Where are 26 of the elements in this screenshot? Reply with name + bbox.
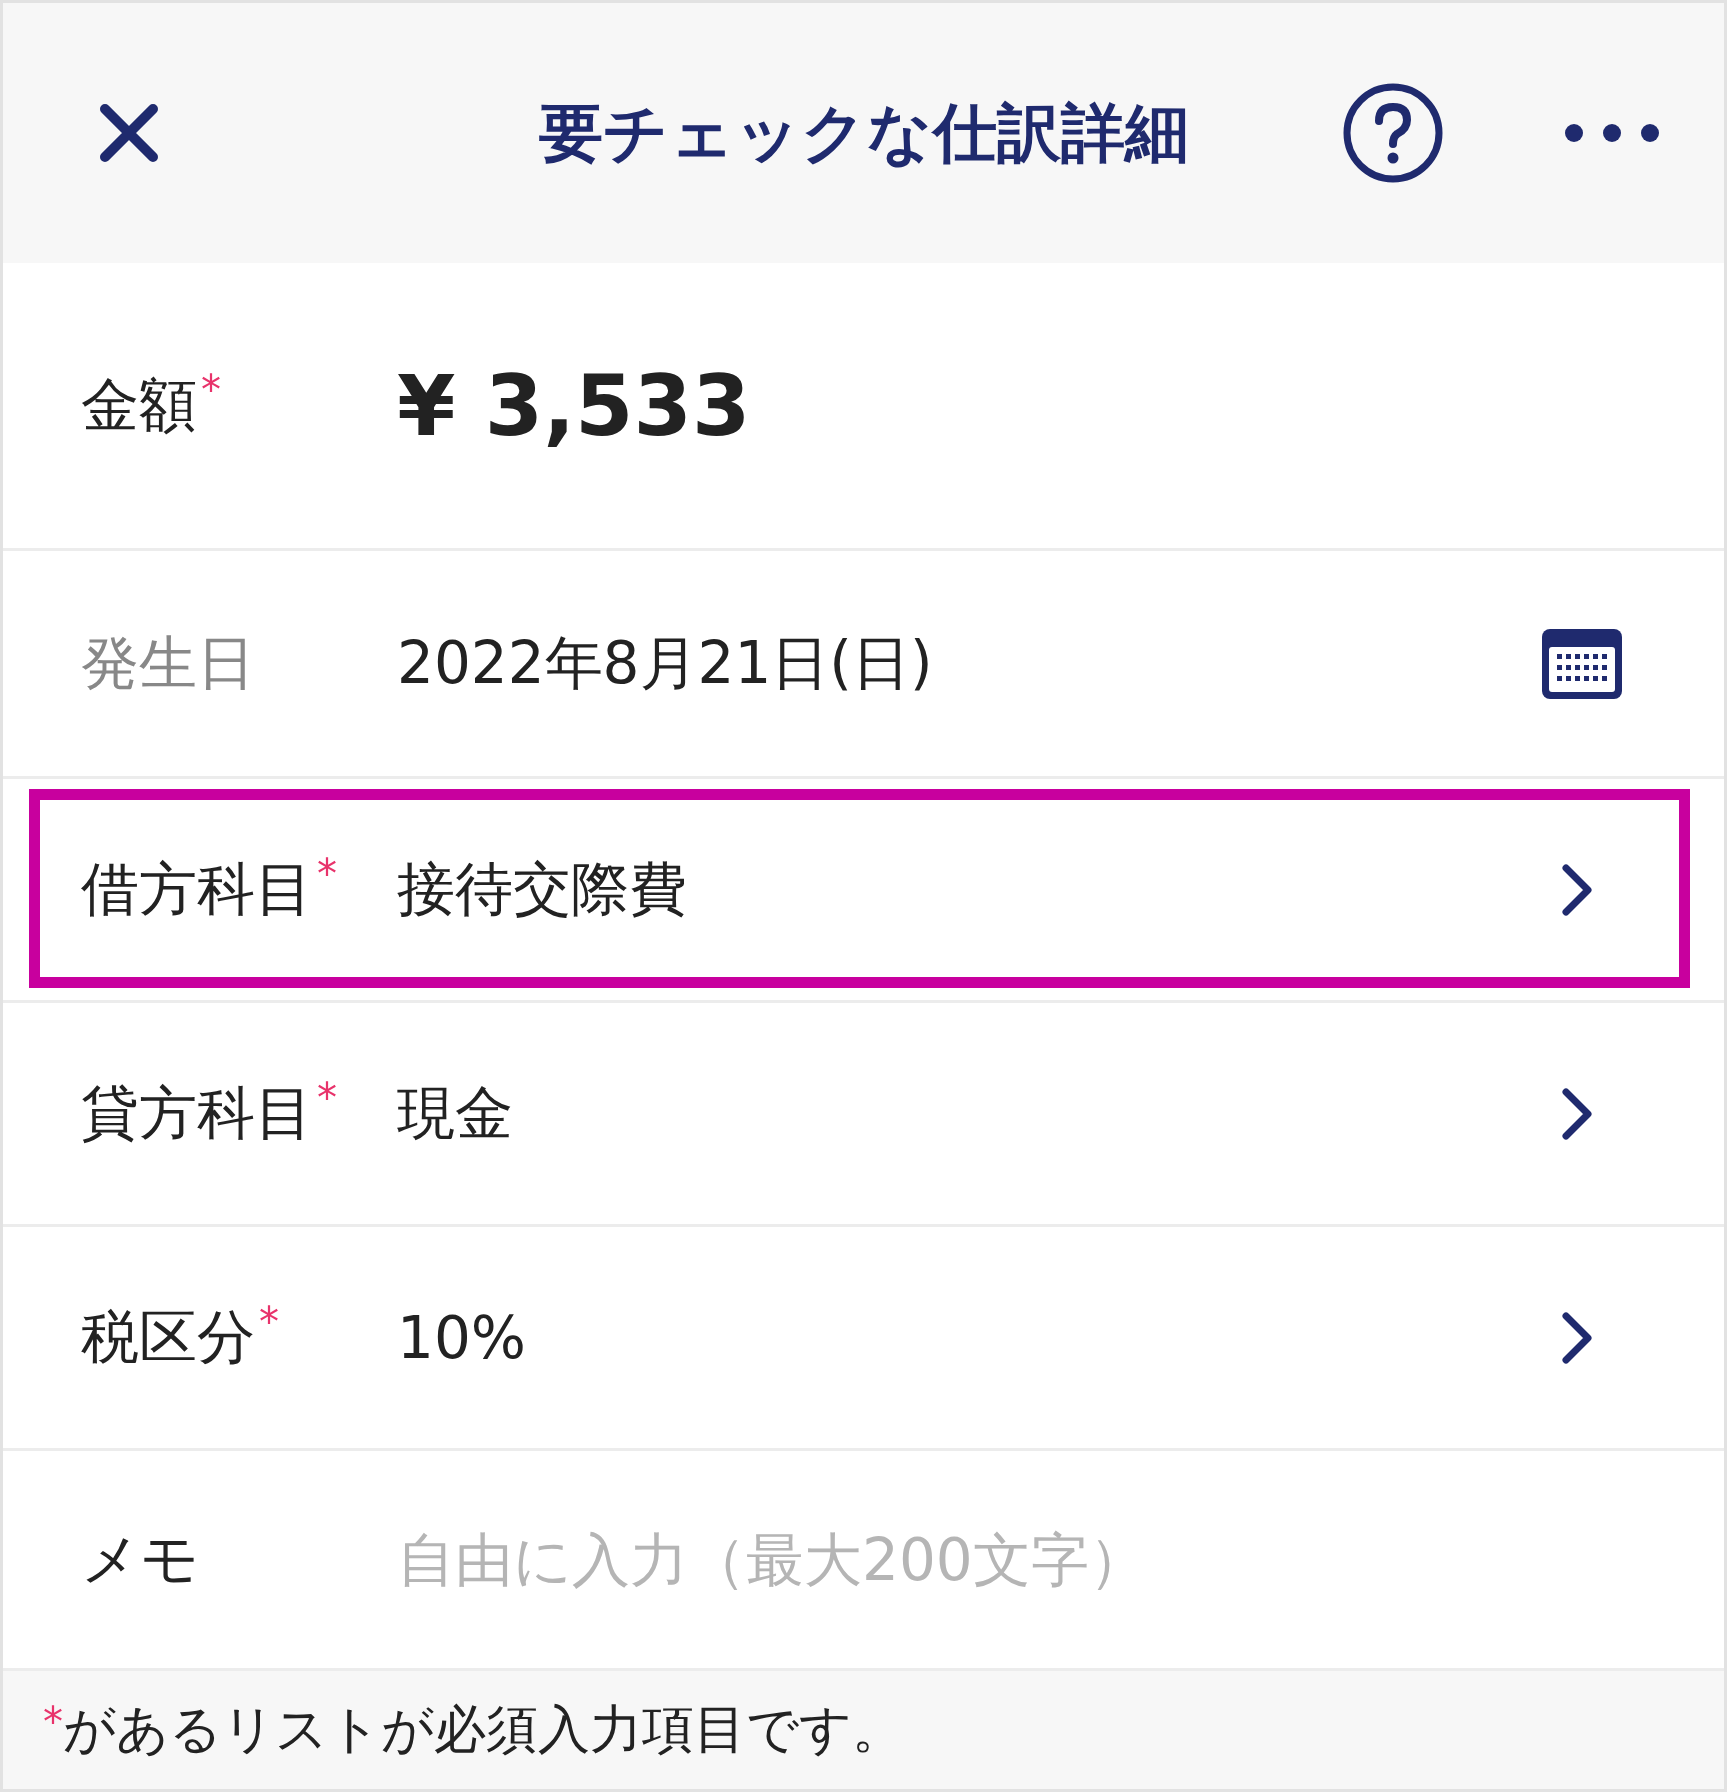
field-value[interactable]: 現金 <box>397 1074 1560 1153</box>
screen-title: 要チェックな仕訳詳細 <box>538 94 1189 172</box>
required-mark: * <box>317 850 337 897</box>
amount-value: ¥ 3,533 <box>397 356 752 455</box>
field-label: メモ <box>81 1523 199 1595</box>
chevron-right-icon[interactable] <box>1560 863 1594 916</box>
field-label: 借方科目 <box>81 853 313 925</box>
date-value[interactable]: 2022年8月21日(日) <box>397 624 1540 703</box>
required-mark: * <box>317 1074 337 1121</box>
field-label: 発生日 <box>81 627 255 699</box>
required-mark: * <box>201 366 221 413</box>
field-label: 金額 <box>81 369 197 441</box>
calendar-icon[interactable] <box>1540 626 1624 701</box>
footer-note: があるリストが必須入力項目です。 <box>63 1698 904 1761</box>
memo-field[interactable]: 自由に入力（最大200文字） <box>397 1525 1604 1594</box>
field-label: 税区分 <box>81 1301 255 1373</box>
help-icon[interactable] <box>1341 81 1445 185</box>
required-mark: * <box>259 1298 279 1345</box>
field-value[interactable]: 接待交際費 <box>397 850 1560 929</box>
field-value[interactable]: 10% <box>397 1303 1560 1372</box>
required-mark: * <box>43 1699 63 1745</box>
chevron-right-icon[interactable] <box>1560 1087 1594 1140</box>
field-label: 貸方科目 <box>81 1077 313 1149</box>
chevron-right-icon[interactable] <box>1560 1311 1594 1364</box>
close-icon[interactable] <box>99 103 159 163</box>
more-icon[interactable] <box>1563 122 1661 144</box>
